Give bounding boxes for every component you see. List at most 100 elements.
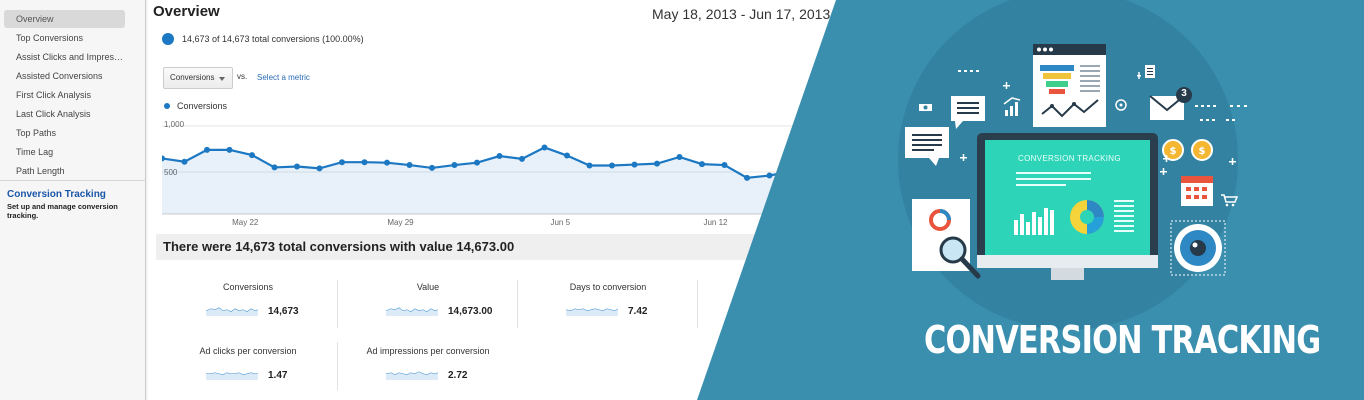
- data-point: [249, 152, 255, 159]
- data-point: [721, 162, 728, 169]
- metric-dropdown[interactable]: Conversions: [163, 67, 233, 89]
- data-point: [294, 163, 300, 170]
- kpi-value: 2.72: [448, 370, 468, 381]
- kpi-value: 7.42: [628, 306, 648, 317]
- kpi-label: Value: [416, 282, 440, 292]
- main-panel: Overview May 18, 2013 - Jun 17, 2013 14,…: [146, 0, 846, 400]
- kpi-days-to-conversion: Days to conversion 7.42: [518, 282, 698, 332]
- kpi-label: Days to conversion: [569, 282, 647, 292]
- page-title: Overview: [153, 3, 220, 20]
- funnel-window-icon: [1033, 44, 1106, 127]
- x-tick-label: Jun 12: [703, 218, 728, 227]
- kpi-label: Conversions: [222, 282, 274, 292]
- eye-target-icon: [1170, 220, 1226, 276]
- metric-dropdown-label: Conversions: [170, 73, 215, 82]
- nav-item-assisted-conversions[interactable]: Assisted Conversions: [4, 67, 125, 85]
- kpi-label: Ad impressions per conversion: [366, 346, 490, 356]
- data-point: [429, 164, 435, 171]
- data-point: [744, 174, 750, 181]
- mail-icon: [1149, 87, 1192, 120]
- x-tick-label: May 29: [387, 218, 414, 227]
- data-point: [384, 159, 390, 166]
- target-icon: [1115, 99, 1127, 111]
- calendar-icon: [1181, 176, 1213, 206]
- sparkline: [386, 307, 438, 316]
- data-point: [361, 159, 368, 166]
- coin-icon: $ $: [1162, 139, 1213, 161]
- help-title-link[interactable]: Conversion Tracking: [7, 189, 106, 200]
- data-point: [226, 146, 233, 153]
- nav-item-time-lag[interactable]: Time Lag: [4, 143, 125, 161]
- x-tick-label: May 22: [232, 218, 259, 227]
- pie-chart-icon: [162, 33, 174, 45]
- screen-title: CONVERSION TRACKING: [1018, 154, 1121, 163]
- nav-item-overview[interactable]: Overview: [4, 10, 125, 28]
- data-point: [451, 162, 458, 169]
- data-point: [339, 159, 345, 166]
- legend-label: Conversions: [177, 101, 228, 111]
- data-point: [766, 172, 773, 179]
- data-point: [496, 153, 503, 160]
- nav-item-path-length[interactable]: Path Length: [4, 162, 125, 180]
- left-nav: Overview Top Conversions Assist Clicks a…: [0, 0, 149, 400]
- nav-item-last-click[interactable]: Last Click Analysis: [4, 105, 125, 123]
- kpi-value: 1.47: [268, 370, 288, 381]
- data-point: [519, 155, 525, 162]
- banner-title: CONVERSION TRACKING: [924, 318, 1321, 362]
- data-point: [699, 161, 705, 168]
- conversions-line-chart: 1,000 500 May 22 May 29 Jun 5 Jun 12: [162, 116, 846, 230]
- chat-bubble-icon: [905, 96, 985, 166]
- x-tick-label: Jun 5: [550, 218, 570, 227]
- document-icon: [1145, 65, 1155, 78]
- data-point: [406, 162, 413, 169]
- kpi-ad-clicks: Ad clicks per conversion 1.47: [158, 346, 338, 396]
- data-point: [789, 168, 795, 175]
- vs-label: vs.: [237, 72, 248, 81]
- sparkline: [386, 371, 438, 380]
- kpi-value: 14,673.00: [448, 306, 493, 317]
- kpi-ad-impressions: Ad impressions per conversion 2.72: [338, 346, 518, 396]
- cash-icon: [919, 104, 932, 111]
- data-point: [204, 146, 210, 153]
- conversion-summary: 14,673 of 14,673 total conversions (100.…: [182, 34, 364, 44]
- sparkline: [206, 307, 258, 316]
- cart-icon: [1221, 194, 1239, 207]
- monitor-icon: [977, 133, 1158, 280]
- chevron-down-icon: [219, 77, 225, 81]
- sparkline: [206, 372, 258, 380]
- legend-dot: [164, 103, 170, 109]
- svg-text:$: $: [1199, 146, 1206, 157]
- nav-divider: [0, 180, 146, 181]
- data-point: [271, 164, 278, 171]
- notification-badge: 3: [1181, 88, 1187, 99]
- decor-lines: [958, 70, 1247, 175]
- banner-circle: [898, 0, 1238, 330]
- report-magnifier-icon: [912, 199, 981, 279]
- help-description: Set up and manage conversion tracking.: [7, 202, 118, 220]
- data-point: [541, 144, 548, 151]
- data-point: [609, 162, 615, 169]
- data-point: [631, 161, 638, 168]
- nav-item-top-conversions[interactable]: Top Conversions: [4, 29, 125, 47]
- chart-canvas: 1,000500May 22 May 29 Jun 5 Jun 12: [162, 120, 846, 227]
- select-metric-link[interactable]: Select a metric: [257, 73, 310, 82]
- data-point: [676, 153, 683, 160]
- nav-item-top-paths[interactable]: Top Paths: [4, 124, 125, 142]
- data-point: [316, 165, 323, 172]
- kpi-value: 14,673: [268, 306, 299, 317]
- data-point: [474, 159, 480, 166]
- nav-item-assist-clicks[interactable]: Assist Clicks and Impressions: [4, 48, 125, 66]
- svg-text:$: $: [1170, 146, 1177, 157]
- nav-item-first-click[interactable]: First Click Analysis: [4, 86, 125, 104]
- conversions-headline: There were 14,673 total conversions with…: [156, 234, 846, 260]
- data-point: [564, 152, 570, 159]
- data-point: [181, 158, 188, 165]
- kpi-value-total: Value 14,673.00: [338, 282, 518, 332]
- kpi-label: Ad clicks per conversion: [199, 346, 297, 356]
- date-range-picker[interactable]: May 18, 2013 - Jun 17, 2013: [652, 6, 830, 22]
- data-point: [654, 160, 660, 167]
- sparkline: [566, 308, 618, 316]
- y-tick-label: 1,000: [164, 120, 185, 129]
- kpi-conversions: Conversions 14,673: [158, 282, 338, 332]
- bar-growth-icon: [1003, 97, 1021, 116]
